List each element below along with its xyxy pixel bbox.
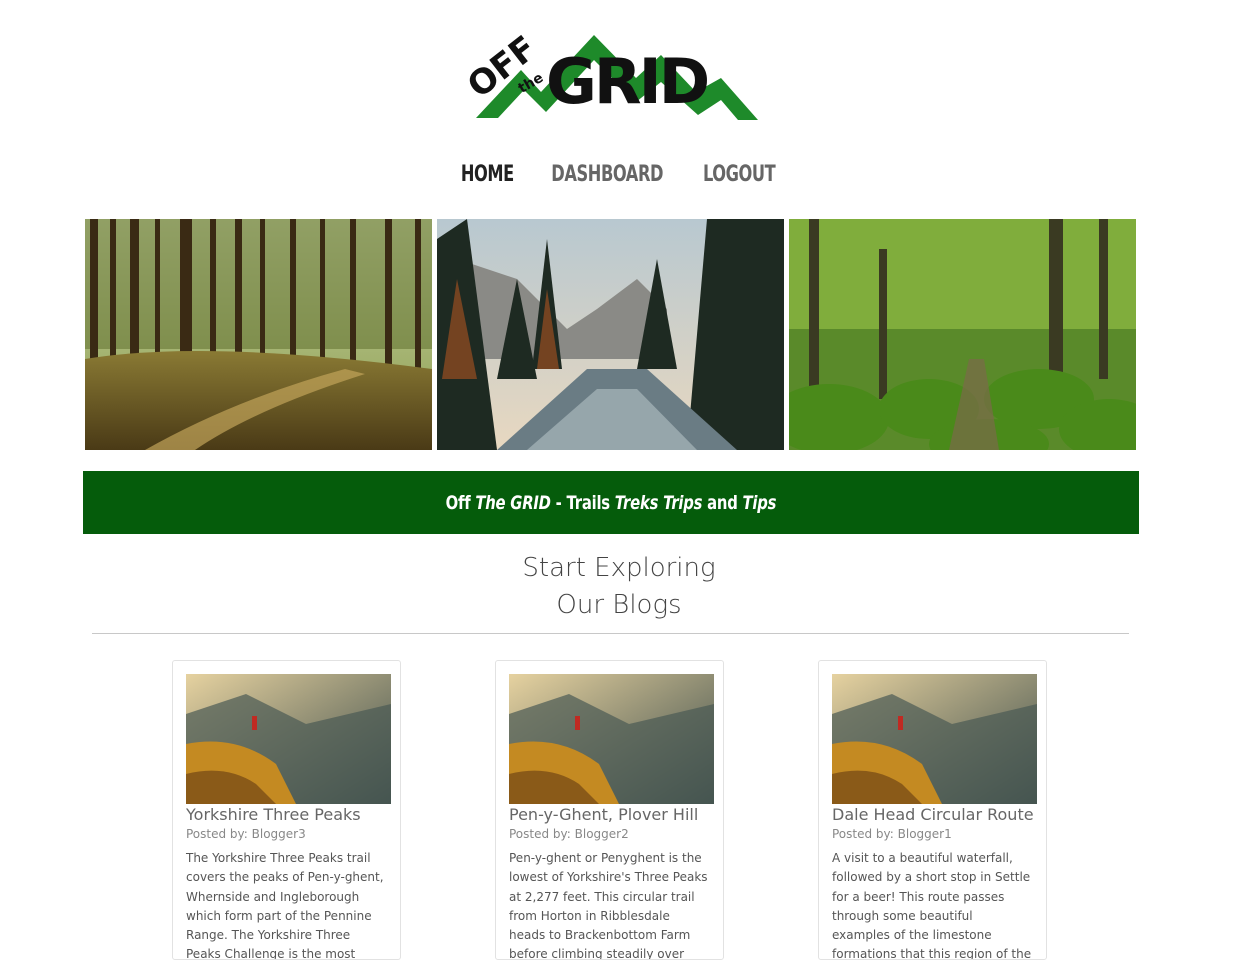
blog-card-author: Posted by: Blogger3 xyxy=(186,827,306,841)
blog-card-author: Posted by: Blogger2 xyxy=(509,827,629,841)
blog-card-image[interactable] xyxy=(509,674,714,804)
banner-tagline: Off The GRID - Trails Treks Trips and Ti… xyxy=(445,491,777,514)
blog-card-title[interactable]: Yorkshire Three Peaks xyxy=(186,805,361,824)
blog-card-title[interactable]: Dale Head Circular Route xyxy=(832,805,1034,824)
site-logo[interactable]: OFF the GRID xyxy=(460,28,760,125)
main-nav: HOME DASHBOARD LOGOUT xyxy=(0,162,1238,187)
section-heading-line1: Start Exploring xyxy=(522,553,716,583)
blog-card[interactable]: Yorkshire Three Peaks Posted by: Blogger… xyxy=(172,660,401,960)
section-heading-line2: Our Blogs xyxy=(556,590,682,620)
blog-card-image[interactable] xyxy=(186,674,391,804)
hero-gallery xyxy=(85,219,1137,450)
blog-card-excerpt: A visit to a beautiful waterfall, follow… xyxy=(832,851,1032,960)
blog-card-excerpt: The Yorkshire Three Peaks trail covers t… xyxy=(186,851,384,960)
hero-image-mossy-woodland xyxy=(789,219,1136,450)
blog-card-image[interactable] xyxy=(832,674,1037,804)
tagline-banner: Off The GRID - Trails Treks Trips and Ti… xyxy=(83,471,1139,534)
nav-logout-link[interactable]: LOGOUT xyxy=(703,162,776,187)
blog-card-excerpt: Pen-y-ghent or Penyghent is the lowest o… xyxy=(509,851,708,960)
section-divider xyxy=(92,633,1129,634)
nav-home-link[interactable]: HOME xyxy=(461,162,514,187)
blog-card[interactable]: Dale Head Circular Route Posted by: Blog… xyxy=(818,660,1047,960)
blog-card-author: Posted by: Blogger1 xyxy=(832,827,952,841)
hero-image-mountain-river xyxy=(437,219,784,450)
nav-dashboard-link[interactable]: DASHBOARD xyxy=(551,162,663,187)
blog-card-title[interactable]: Pen-y-Ghent, Plover Hill xyxy=(509,805,698,824)
logo-graphic: OFF the GRID xyxy=(460,28,758,120)
blog-card[interactable]: Pen-y-Ghent, Plover Hill Posted by: Blog… xyxy=(495,660,724,960)
section-heading: Start Exploring Our Blogs xyxy=(0,550,1238,624)
hero-image-pine-forest xyxy=(85,219,432,450)
svg-text:GRID: GRID xyxy=(546,45,708,118)
